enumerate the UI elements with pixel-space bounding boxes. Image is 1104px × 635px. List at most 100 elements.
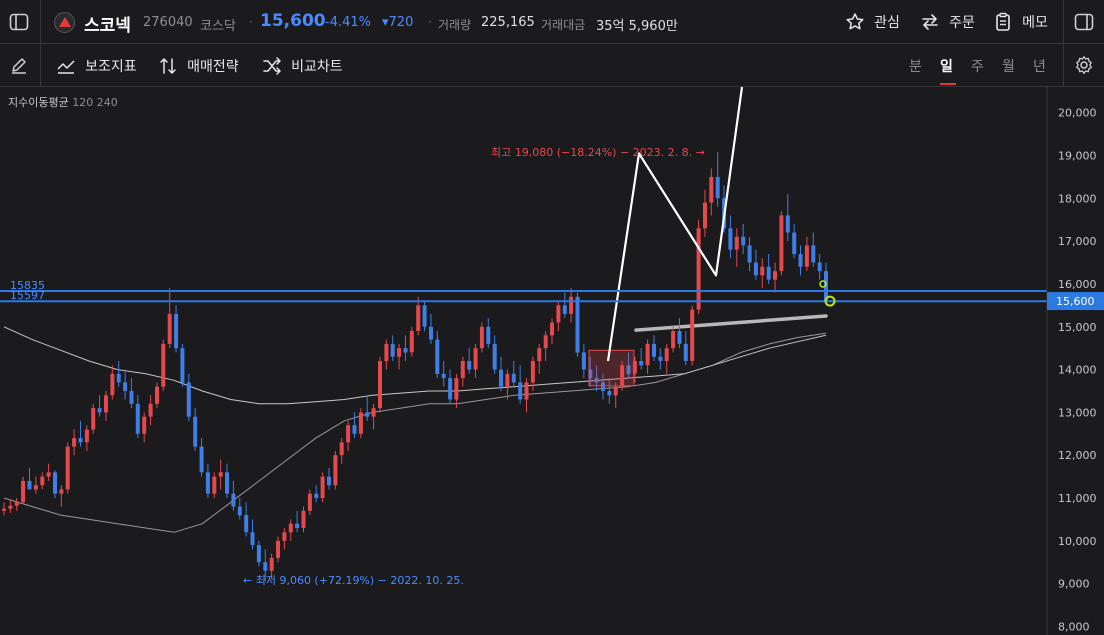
y-tick-label: 14,000 [1058, 364, 1097, 377]
watch-button[interactable]: 관심 [845, 11, 900, 32]
candle-body [811, 245, 816, 263]
low-annotation: ← 최저 9,060 (+72.19%) − 2022. 10. 25. [243, 574, 464, 587]
settings-gear-icon[interactable] [1074, 55, 1094, 79]
candle-body [664, 348, 669, 361]
candle-body [448, 378, 453, 400]
candle-body [333, 455, 338, 486]
candle-body [212, 476, 217, 494]
candle-body [773, 271, 777, 280]
sidebar-toggle-icon[interactable] [9, 12, 29, 32]
price-chart[interactable]: 1583515597최고 19,080 (−18.24%) − 2023. 2.… [0, 87, 1104, 635]
chart-toolbar: 보조지표 매매전략 비교차트 분 일 주 월 년 [0, 44, 1104, 87]
candle-body [467, 361, 472, 370]
candle-body [460, 361, 465, 379]
candle-body [454, 378, 459, 400]
draw-pen-icon[interactable] [9, 55, 29, 79]
candle-body [135, 403, 140, 434]
candle-body [193, 416, 198, 447]
candle-body [295, 523, 300, 528]
candle-body [511, 373, 516, 383]
candle-body [435, 339, 440, 374]
candle-body [371, 408, 376, 417]
y-tick-label: 16,000 [1058, 278, 1097, 291]
candle-body [747, 245, 752, 263]
candle-body [607, 391, 612, 396]
candle-body [14, 502, 19, 506]
order-button[interactable]: 주문 [920, 11, 975, 32]
candle-body [346, 425, 351, 443]
candle-body [690, 309, 695, 361]
candle-body [205, 472, 210, 494]
period-week[interactable]: 주 [971, 56, 984, 76]
period-minute[interactable]: 분 [909, 56, 922, 76]
candle-body [403, 348, 408, 353]
y-tick-label: 17,000 [1058, 235, 1097, 248]
candle-body [645, 343, 650, 366]
candle-body [683, 343, 688, 361]
candle-body [422, 305, 427, 327]
hline-label-15597: 15597 [10, 289, 45, 302]
candle-body [155, 386, 159, 404]
candle-body [441, 373, 446, 379]
y-tick-label: 15,000 [1058, 321, 1097, 334]
watch-label: 관심 [874, 14, 900, 31]
candle-body [104, 395, 108, 413]
ma-line-ema120 [3, 332, 827, 533]
strategy-label: 매매전략 [187, 58, 239, 75]
candle-body [161, 343, 166, 387]
candle-body [365, 412, 370, 417]
candle-body [327, 476, 331, 486]
candle-body [556, 305, 561, 323]
candle-body [237, 506, 242, 516]
candle-body [282, 532, 287, 541]
candle-body [33, 485, 38, 490]
company-logo-icon [54, 12, 75, 33]
candle-body [180, 348, 185, 383]
change-rate: -4.41% [325, 15, 371, 30]
candle-body [27, 480, 32, 490]
indicator-label: 보조지표 [85, 58, 137, 75]
candle-body [753, 262, 758, 276]
candle-body [225, 472, 229, 494]
strategy-button[interactable]: 매매전략 [158, 55, 239, 76]
candle-body [263, 562, 268, 571]
candle-body [174, 313, 179, 349]
candle-body [123, 382, 128, 391]
panel-toggle-icon[interactable] [1074, 12, 1094, 32]
candle-body [652, 343, 656, 357]
candle-body [492, 343, 497, 370]
candle-body [269, 557, 274, 571]
candle-body [575, 296, 580, 353]
indicator-icon [57, 59, 75, 74]
compare-label: 비교차트 [291, 58, 343, 75]
candle-body [550, 322, 554, 336]
candle-body [798, 254, 803, 267]
candle-body [530, 361, 535, 383]
memo-button[interactable]: 메모 [993, 11, 1048, 32]
clipboard-icon [996, 12, 1010, 31]
indicator-button[interactable]: 보조지표 [56, 55, 137, 76]
candle-body [741, 236, 746, 246]
period-day[interactable]: 일 [940, 56, 953, 76]
y-tick-label: 9,000 [1058, 578, 1090, 591]
period-year[interactable]: 년 [1033, 56, 1046, 76]
stock-name[interactable]: 스코넥 [84, 11, 131, 36]
trend-drawing-line [606, 87, 744, 362]
candle-body [72, 438, 77, 447]
candle-body [218, 472, 223, 477]
candle-body [479, 326, 484, 349]
ma-bold-segment [634, 314, 828, 332]
candle-body [486, 326, 491, 344]
y-tick-label: 8,000 [1058, 620, 1090, 633]
candle-body [613, 386, 618, 396]
candle-body [709, 176, 714, 203]
current-price: 15,600 [260, 11, 326, 31]
candle-body [352, 425, 357, 434]
compare-button[interactable]: 비교차트 [262, 55, 343, 76]
period-month[interactable]: 월 [1002, 56, 1015, 76]
volume-value: 225,165 [481, 15, 535, 30]
candle-body [766, 266, 771, 280]
candle-body [397, 348, 402, 357]
ma-line-ema240 [3, 326, 827, 405]
candle-body [288, 523, 293, 533]
